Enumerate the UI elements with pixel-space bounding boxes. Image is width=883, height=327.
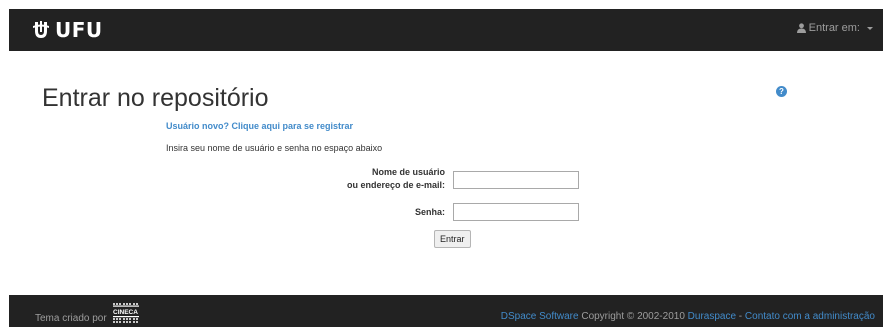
password-input[interactable] <box>453 203 579 221</box>
caret-down-icon <box>867 27 873 30</box>
login-instructions: Insira seu nome de usuário e senha no es… <box>166 143 383 153</box>
footer-separator: - <box>736 311 745 322</box>
cineca-logo-text: CINECA <box>113 309 138 316</box>
help-icon[interactable]: ? <box>776 86 787 97</box>
page-title: Entrar no repositório <box>42 84 269 112</box>
user-icon <box>796 23 806 33</box>
footer-theme-text: Tema criado por <box>35 313 107 324</box>
register-link[interactable]: Usuário novo? Clique aqui para se regist… <box>166 121 353 131</box>
login-dropdown-label: Entrar em: <box>808 22 860 34</box>
username-label-line1: Nome de usuário <box>371 167 445 177</box>
dspace-software-link[interactable]: DSpace Software <box>501 311 579 322</box>
footer-theme-credit: Tema criado por CINECA <box>35 301 148 324</box>
ufu-logo-icon <box>33 21 49 38</box>
username-input[interactable] <box>453 171 579 189</box>
password-label: Senha: <box>414 207 445 217</box>
duraspace-link[interactable]: Duraspace <box>688 311 736 322</box>
username-label: Nome de usuário ou endereço de e-mail: <box>347 166 445 192</box>
copyright-text: Copyright © 2002-2010 <box>578 311 688 322</box>
footer-copyright: DSpace Software Copyright © 2002-2010 Du… <box>501 311 875 322</box>
cineca-logo[interactable]: CINECA <box>110 302 148 324</box>
login-dropdown[interactable]: Entrar em: <box>796 22 873 34</box>
logo-text: UFU <box>55 18 103 42</box>
footer: Tema criado por CINECA DSpace Software C… <box>9 295 883 327</box>
username-label-line2: ou endereço de e-mail: <box>346 180 445 190</box>
top-navbar: UFU Entrar em: <box>9 9 883 51</box>
login-submit-button[interactable]: Entrar <box>434 230 471 248</box>
site-logo[interactable]: UFU <box>32 19 103 41</box>
contact-admin-link[interactable]: Contato com a administração <box>745 311 875 322</box>
